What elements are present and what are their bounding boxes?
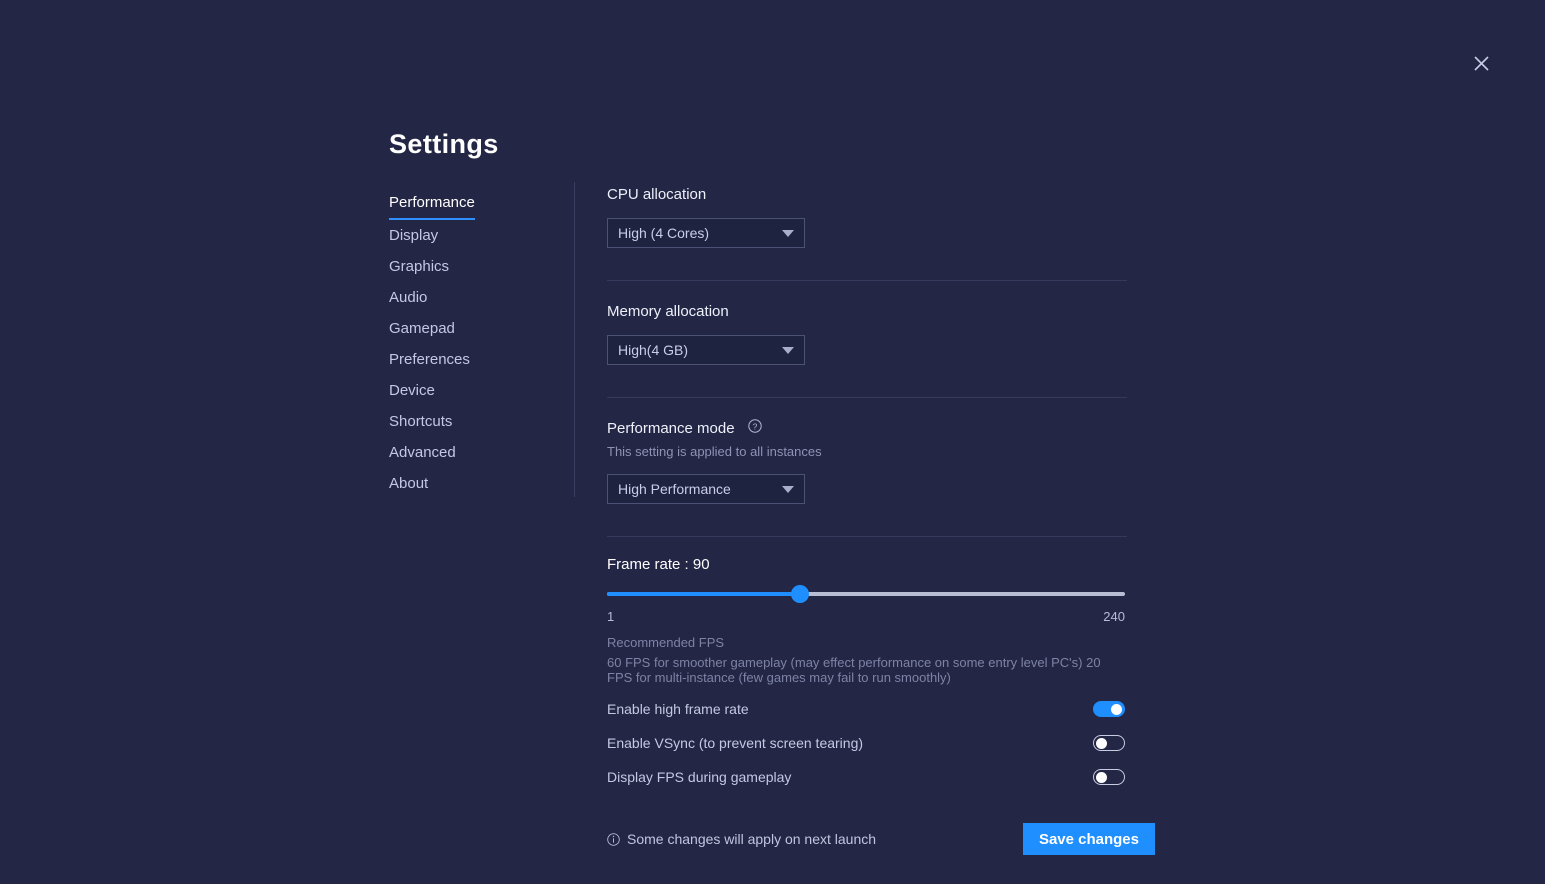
slider-min-label: 1 [607,609,615,625]
sidebar-item-performance[interactable]: Performance [389,189,475,220]
performance-mode-title: Performance mode [607,420,735,437]
toggle-high-frame-rate[interactable] [1093,701,1125,718]
sidebar-item-audio[interactable]: Audio [389,282,427,313]
footer: Some changes will apply on next launch S… [607,823,1155,856]
chevron-down-icon [782,229,794,237]
recommended-fps-body: 60 FPS for smoother gameplay (may effect… [607,655,1101,686]
sidebar-item-display[interactable]: Display [389,220,438,251]
sidebar-item-advanced[interactable]: Advanced [389,437,456,468]
sidebar-item-gamepad[interactable]: Gamepad [389,313,455,344]
help-circle-icon[interactable]: ? [748,419,762,437]
slider-thumb[interactable] [790,585,809,604]
toggle-label-display-fps: Display FPS during gameplay [607,769,792,786]
slider-fill [607,592,800,597]
close-icon [1474,56,1489,71]
memory-allocation-label: Memory allocation [607,303,729,320]
close-button[interactable] [1468,50,1495,77]
slider-max-label: 240 [1103,609,1125,625]
toggle-row-display-fps: Display FPS during gameplay [607,767,1125,787]
toggle-knob [1096,772,1107,784]
cpu-allocation-value: High (4 Cores) [618,225,710,241]
save-changes-button[interactable]: Save changes [1022,823,1155,856]
page-title: Settings [389,129,499,159]
sidebar-item-preferences[interactable]: Preferences [389,344,470,375]
toggle-row-vsync: Enable VSync (to prevent screen tearing) [607,733,1125,753]
chevron-down-icon [782,346,794,354]
frame-rate-slider[interactable] [607,585,1127,604]
sidebar-item-about[interactable]: About [389,468,428,499]
toggle-label-vsync: Enable VSync (to prevent screen tearing) [607,735,864,752]
toggle-knob [1096,738,1107,750]
frame-rate-label: Frame rate : 90 [607,556,710,574]
toggle-row-high-frame-rate: Enable high frame rate [607,699,1125,719]
sidebar: Performance Display Graphics Audio Gamep… [389,189,559,499]
performance-mode-note: This setting is applied to all instances [607,444,822,460]
memory-allocation-section: Memory allocation High(4 GB) [607,303,1127,365]
footer-note: Some changes will apply on next launch [607,831,1023,847]
sidebar-item-device[interactable]: Device [389,375,435,406]
cpu-allocation-label: CPU allocation [607,186,707,203]
frame-rate-section: Frame rate : 90 1 240 Recommended FPS 60… [607,556,1127,685]
settings-content: CPU allocation High (4 Cores) Memory all… [607,186,1155,856]
memory-allocation-value: High(4 GB) [618,342,689,358]
recommended-fps-title: Recommended FPS [607,635,725,651]
vertical-divider [574,182,575,497]
footer-note-text: Some changes will apply on next launch [627,831,877,848]
chevron-down-icon [782,485,794,493]
cpu-allocation-section: CPU allocation High (4 Cores) [607,186,1127,248]
performance-mode-section: Performance mode ? This setting is appli… [607,419,1127,505]
performance-mode-select[interactable]: High Performance [607,474,805,505]
toggle-display-fps[interactable] [1093,769,1125,786]
cpu-allocation-select[interactable]: High (4 Cores) [607,218,805,248]
performance-mode-value: High Performance [618,481,731,498]
toggle-label-high-frame-rate: Enable high frame rate [607,701,749,718]
toggle-knob [1111,704,1122,716]
toggle-vsync[interactable] [1093,735,1125,752]
sidebar-item-graphics[interactable]: Graphics [389,251,449,282]
sidebar-item-shortcuts[interactable]: Shortcuts [389,406,452,437]
info-circle-icon [607,832,620,846]
memory-allocation-select[interactable]: High(4 GB) [607,335,805,365]
svg-text:?: ? [752,421,757,431]
performance-mode-label: Performance mode ? [607,419,1127,437]
